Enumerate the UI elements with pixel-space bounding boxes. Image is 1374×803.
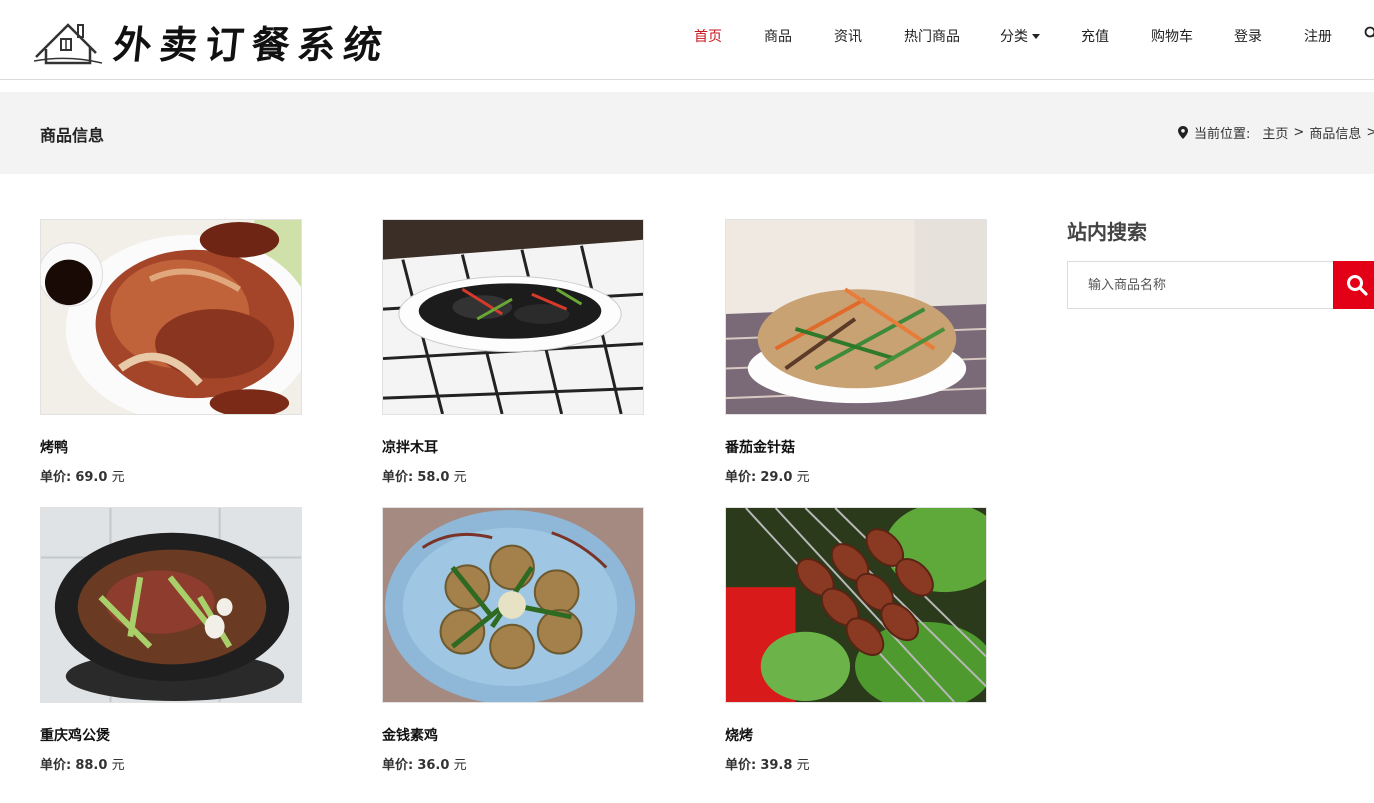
product-card[interactable]: 凉拌木耳 单价: 58.0 元: [382, 219, 644, 485]
product-image[interactable]: [382, 507, 644, 703]
price-value: 88.0: [75, 758, 108, 773]
product-card[interactable]: 番茄金针菇 单价: 29.0 元: [725, 219, 987, 485]
site-header: 外卖订餐系统 首页 商品 资讯 热门商品 分类 充值 购物车 登录 注册: [0, 0, 1374, 80]
product-name[interactable]: 烤鸭: [40, 437, 302, 456]
page-title: 商品信息: [40, 126, 105, 145]
nav-item-recharge[interactable]: 充值: [1081, 26, 1109, 46]
logo-text: 外卖订餐系统: [111, 21, 393, 67]
wood-ear-salad-image: [383, 220, 643, 414]
product-card[interactable]: 重庆鸡公煲 单价: 88.0 元: [40, 507, 302, 773]
product-price: 单价: 29.0 元: [725, 466, 987, 485]
search-button[interactable]: [1333, 261, 1374, 309]
price-value: 69.0: [75, 470, 108, 485]
nav-item-category-label: 分类: [1000, 29, 1028, 45]
search-icon: [1347, 275, 1368, 296]
price-unit: 元: [453, 758, 467, 773]
product-name[interactable]: 凉拌木耳: [382, 437, 644, 456]
product-card[interactable]: 金钱素鸡 单价: 36.0 元: [382, 507, 644, 773]
price-unit: 元: [111, 758, 125, 773]
bbq-skewers-image: [726, 508, 986, 702]
product-name[interactable]: 番茄金针菇: [725, 437, 987, 456]
price-label: 单价:: [382, 758, 414, 773]
nav-item-hot-products[interactable]: 热门商品: [904, 26, 960, 46]
product-card[interactable]: 烤鸭 单价: 69.0 元: [40, 219, 302, 485]
product-image[interactable]: [725, 219, 987, 415]
price-label: 单价:: [40, 758, 72, 773]
price-label: 单价:: [40, 470, 72, 485]
nav-item-category[interactable]: 分类: [1000, 26, 1040, 46]
page-title-bar: 商品信息 当前位置: 主页 > 商品信息 >: [0, 92, 1374, 174]
chicken-pot-image: [41, 508, 301, 702]
nav-item-home[interactable]: 首页: [694, 26, 722, 46]
price-value: 58.0: [417, 470, 450, 485]
breadcrumb: 当前位置: 主页 > 商品信息 >: [1178, 123, 1374, 142]
product-price: 单价: 36.0 元: [382, 754, 644, 773]
product-name[interactable]: 烧烤: [725, 725, 987, 744]
breadcrumb-label: 当前位置:: [1194, 127, 1251, 142]
product-card[interactable]: 烧烤 单价: 39.8 元: [725, 507, 987, 773]
price-label: 单价:: [725, 470, 757, 485]
nav-item-news[interactable]: 资讯: [834, 26, 862, 46]
price-unit: 元: [796, 470, 810, 485]
breadcrumb-separator: >: [1366, 125, 1374, 140]
price-unit: 元: [111, 470, 125, 485]
price-value: 39.8: [760, 758, 793, 773]
caret-down-icon: [1032, 33, 1040, 39]
price-value: 29.0: [760, 470, 793, 485]
enoki-noodles-image: [726, 220, 986, 414]
product-name[interactable]: 重庆鸡公煲: [40, 725, 302, 744]
price-label: 单价:: [382, 470, 414, 485]
breadcrumb-home[interactable]: 主页: [1262, 123, 1288, 142]
product-price: 单价: 58.0 元: [382, 466, 644, 485]
breadcrumb-separator: >: [1293, 125, 1305, 140]
site-logo[interactable]: 外卖订餐系统: [34, 16, 393, 67]
price-unit: 元: [796, 758, 810, 773]
price-unit: 元: [453, 470, 467, 485]
location-pin-icon: [1178, 126, 1188, 139]
roast-duck-image: [41, 220, 301, 414]
price-value: 36.0: [417, 758, 450, 773]
nav-item-cart[interactable]: 购物车: [1151, 26, 1193, 46]
product-price: 单价: 39.8 元: [725, 754, 987, 773]
product-price: 单价: 88.0 元: [40, 754, 302, 773]
product-image[interactable]: [382, 219, 644, 415]
product-price: 单价: 69.0 元: [40, 466, 302, 485]
search-input[interactable]: [1067, 261, 1333, 309]
nav-item-login[interactable]: 登录: [1234, 26, 1262, 46]
house-logo-icon: [34, 23, 102, 65]
product-name[interactable]: 金钱素鸡: [382, 725, 644, 744]
nav-item-register[interactable]: 注册: [1304, 26, 1332, 46]
price-label: 单价:: [725, 758, 757, 773]
search-icon[interactable]: [1364, 26, 1374, 40]
vegetarian-chicken-image: [383, 508, 643, 702]
product-image[interactable]: [40, 219, 302, 415]
product-image[interactable]: [725, 507, 987, 703]
product-image[interactable]: [40, 507, 302, 703]
sidebar-search-title: 站内搜索: [1067, 220, 1147, 244]
breadcrumb-current[interactable]: 商品信息: [1309, 123, 1361, 142]
nav-item-products[interactable]: 商品: [764, 26, 792, 46]
